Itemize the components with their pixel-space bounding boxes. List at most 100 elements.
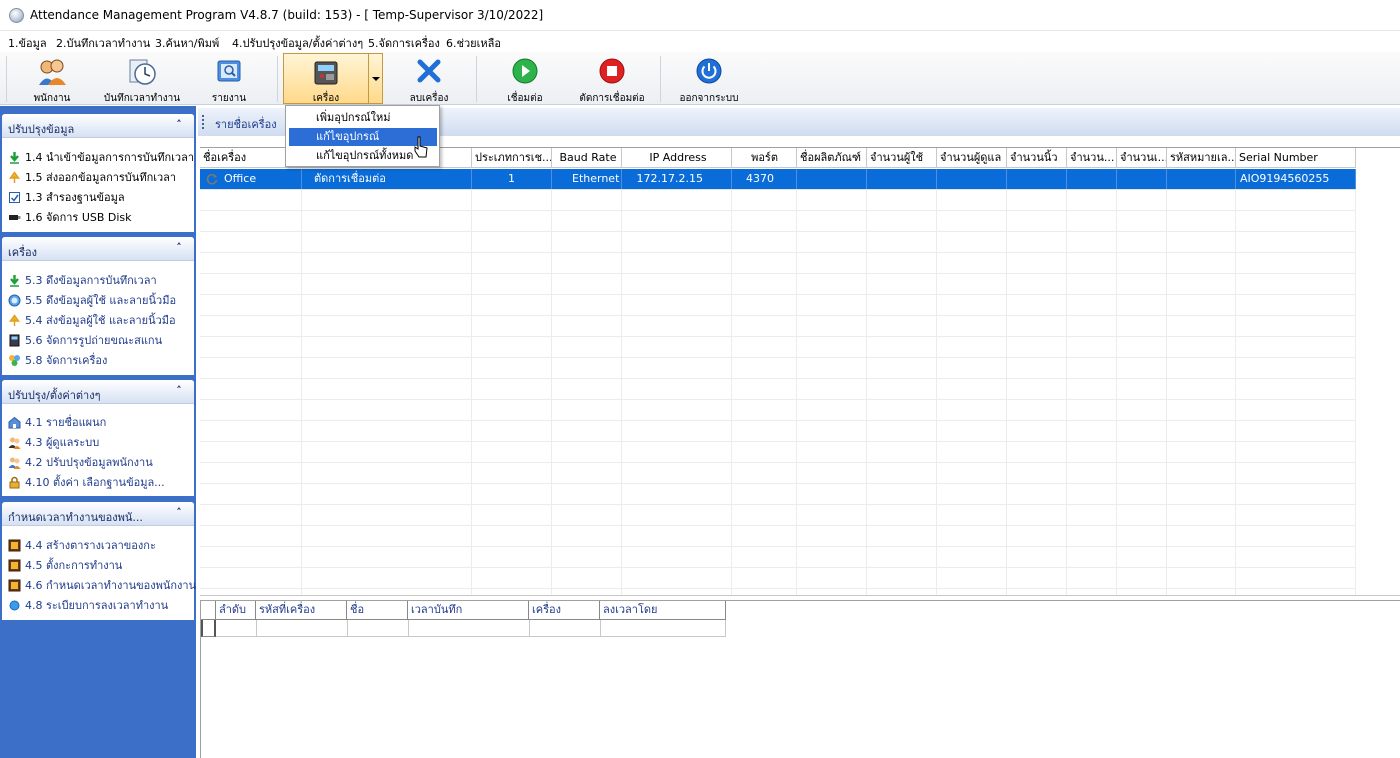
- sidebar-item-shift-timetable[interactable]: 4.4 สร้างตารางเวลาของกะ: [8, 536, 156, 554]
- mouse-cursor-icon: [414, 136, 428, 158]
- device-label: เครื่อง: [312, 93, 340, 104]
- employees-icon: [8, 457, 21, 469]
- menu-search-print[interactable]: 3.ค้นหา/พิมพ์: [155, 34, 219, 52]
- column-header[interactable]: ชื่อผลิตภัณฑ์: [797, 148, 867, 168]
- backup-doc-icon: [9, 191, 20, 203]
- column-header[interactable]: ลงเวลาโดย: [600, 601, 726, 620]
- column-header[interactable]: ลำดับ: [216, 601, 256, 620]
- menu-help[interactable]: 6.ช่วยเหลือ: [446, 34, 501, 52]
- cell-comm-type: Ethernet: [552, 169, 622, 189]
- cell-count-a: [1067, 169, 1117, 189]
- device-photo-icon: [9, 334, 20, 346]
- globe-icon: [8, 294, 21, 306]
- row-selector[interactable]: [201, 620, 216, 637]
- refresh-status-icon: [206, 173, 218, 185]
- stop-icon: [599, 58, 625, 84]
- column-header[interactable]: เวลาบันทึก: [408, 601, 529, 620]
- sidebar: ปรับปรุงข้อมูล ˄ 1.4 นำเข้าข้อมูลการการบ…: [0, 106, 196, 758]
- timecard-button[interactable]: บันทึกเวลาทำงาน: [96, 54, 188, 104]
- exit-label: ออกจากระบบ: [679, 93, 739, 104]
- disconnect-button[interactable]: ตัดการเชื่อมต่อ: [572, 54, 652, 104]
- upload-arrow-icon: [9, 170, 20, 183]
- column-header[interactable]: จำนวนผู้ดูแล: [937, 148, 1007, 168]
- sidebar-item-manage-device[interactable]: 5.8 จัดการเครื่อง: [8, 351, 107, 369]
- toolbar-separator: [660, 56, 661, 102]
- employees-icon: [39, 59, 66, 85]
- menu-timecard[interactable]: 2.บันทึกเวลาทำงาน: [56, 34, 150, 52]
- sidebar-item-download-attendance[interactable]: 5.3 ดึงข้อมูลการบันทึกเวลา: [8, 271, 157, 289]
- sidebar-item-admins[interactable]: 4.3 ผู้ดูแลระบบ: [8, 433, 99, 451]
- sidebar-item-usb-disk[interactable]: 1.6 จัดการ USB Disk: [8, 208, 132, 226]
- column-header[interactable]: รหัสหมายเล...: [1167, 148, 1236, 168]
- timecard-label: บันทึกเวลาทำงาน: [103, 93, 181, 104]
- column-header[interactable]: พอร์ต: [732, 148, 797, 168]
- column-header[interactable]: ประเภทการเช...: [472, 148, 552, 168]
- panel-header[interactable]: ปรับปรุง/ตั้งค่าต่างๆ ˄: [2, 380, 194, 404]
- column-header[interactable]: IP Address: [622, 148, 732, 168]
- column-header[interactable]: รหัสที่เครื่อง: [256, 601, 347, 620]
- power-icon: [696, 58, 722, 84]
- connect-button[interactable]: เชื่อมต่อ: [484, 54, 566, 104]
- column-header[interactable]: จำนวนเ...: [1117, 148, 1167, 168]
- column-header[interactable]: จำนวน...: [1067, 148, 1117, 168]
- employee-label: พนักงาน: [33, 93, 71, 104]
- sidebar-item-employee-maintenance[interactable]: 4.2 ปรับปรุงข้อมูลพนักงาน: [8, 453, 153, 471]
- menu-settings[interactable]: 4.ปรับปรุงข้อมูล/ตั้งค่าต่างๆ: [232, 34, 363, 52]
- sidebar-item-shift-setup[interactable]: 4.5 ตั้งกะการทำงาน: [8, 556, 122, 574]
- grid-line: [1166, 190, 1167, 596]
- delete-x-icon: [417, 59, 441, 83]
- table-row[interactable]: Office ตัดการเชื่อมต่อ 1 Ethernet 172.17…: [200, 169, 1356, 190]
- sidebar-item-upload-users[interactable]: 5.4 ส่งข้อมูลผู้ใช้ และลายนิ้วมือ: [8, 311, 176, 329]
- table-row[interactable]: [216, 620, 726, 637]
- device-grid: ชื่อเครื่อง หมายเล... ประเภทการเช... Bau…: [200, 147, 1400, 596]
- panel-header[interactable]: กำหนดเวลาทำงานของพนั... ˄: [2, 502, 194, 526]
- employee-button[interactable]: พนักงาน: [14, 54, 90, 104]
- grid-line: [408, 620, 409, 637]
- report-button[interactable]: รายงาน: [196, 54, 262, 104]
- device-button[interactable]: เครื่อง: [283, 53, 383, 104]
- cell-users: [867, 169, 937, 189]
- sidebar-item-attendance-rules[interactable]: 4.8 ระเบียบการลงเวลาทำงาน: [8, 596, 168, 614]
- exit-button[interactable]: ออกจากระบบ: [668, 54, 750, 104]
- collapse-icon[interactable]: ˄: [172, 507, 186, 521]
- play-icon: [512, 58, 538, 84]
- sidebar-item-employee-schedule[interactable]: 4.6 กำหนดเวลาทำงานของพนักงาน: [8, 576, 196, 594]
- menu-data[interactable]: 1.ข้อมูล: [8, 34, 47, 52]
- sidebar-item-download-users[interactable]: 5.5 ดึงข้อมูลผู้ใช้ และลายนิ้วมือ: [8, 291, 176, 309]
- sidebar-item-backup-db[interactable]: 1.3 สำรองฐานข้อมูล: [8, 188, 125, 206]
- cell-admins: [937, 169, 1007, 189]
- device-dropdown-arrow[interactable]: [368, 54, 382, 103]
- sidebar-item-database-settings[interactable]: 4.10 ตั้งค่า เลือกฐานข้อมูล...: [8, 473, 165, 491]
- panel-title: เครื่อง: [8, 246, 38, 259]
- column-header[interactable]: จำนวนนิ้ว: [1007, 148, 1067, 168]
- tab-device-list[interactable]: รายชื่อเครื่อง: [215, 115, 277, 133]
- column-header[interactable]: Baud Rate: [552, 148, 622, 168]
- delete-device-button[interactable]: ลบเครื่อง: [390, 54, 468, 104]
- sidebar-item-scan-photos[interactable]: 5.6 จัดการรูปถ่ายขณะสแกน: [8, 331, 162, 349]
- column-header[interactable]: ชื่อ: [347, 601, 408, 620]
- menu-item-add-device[interactable]: เพิ่มอุปกรณ์ใหม่: [289, 109, 437, 127]
- cell-ip: 172.17.2.15: [622, 169, 732, 189]
- cell-status: ตัดการเชื่อมต่อ: [302, 169, 472, 189]
- panel-header[interactable]: เครื่อง ˄: [2, 237, 194, 261]
- menu-device[interactable]: 5.จัดการเครื่อง: [368, 34, 440, 52]
- grid-line: [529, 620, 530, 637]
- cell-port: 4370: [732, 169, 797, 189]
- sidebar-item-import-attendance[interactable]: 1.4 นำเข้าข้อมูลการการบันทึกเวลา: [8, 148, 194, 166]
- sidebar-item-export-attendance[interactable]: 1.5 ส่งออกข้อมูลการบันทึกเวลา: [8, 168, 176, 186]
- menu-bar: 1.ข้อมูล 2.บันทึกเวลาทำงาน 3.ค้นหา/พิมพ์…: [0, 31, 1400, 52]
- column-header[interactable]: Serial Number: [1236, 148, 1356, 168]
- collapse-icon[interactable]: ˄: [172, 242, 186, 256]
- toolbar-separator: [277, 56, 278, 102]
- column-header[interactable]: เครื่อง: [529, 601, 600, 620]
- collapse-icon[interactable]: ˄: [172, 119, 186, 133]
- download-arrow-icon: [10, 274, 19, 287]
- window-title: Attendance Management Program V4.8.7 (bu…: [30, 8, 544, 22]
- column-header[interactable]: จำนวนผู้ใช้: [867, 148, 937, 168]
- collapse-icon[interactable]: ˄: [172, 385, 186, 399]
- panel-header[interactable]: ปรับปรุงข้อมูล ˄: [2, 114, 194, 138]
- sidebar-item-departments[interactable]: 4.1 รายชื่อแผนก: [8, 413, 106, 431]
- grid-line: [936, 190, 937, 596]
- grid-line: [347, 620, 348, 637]
- cell-product: [797, 169, 867, 189]
